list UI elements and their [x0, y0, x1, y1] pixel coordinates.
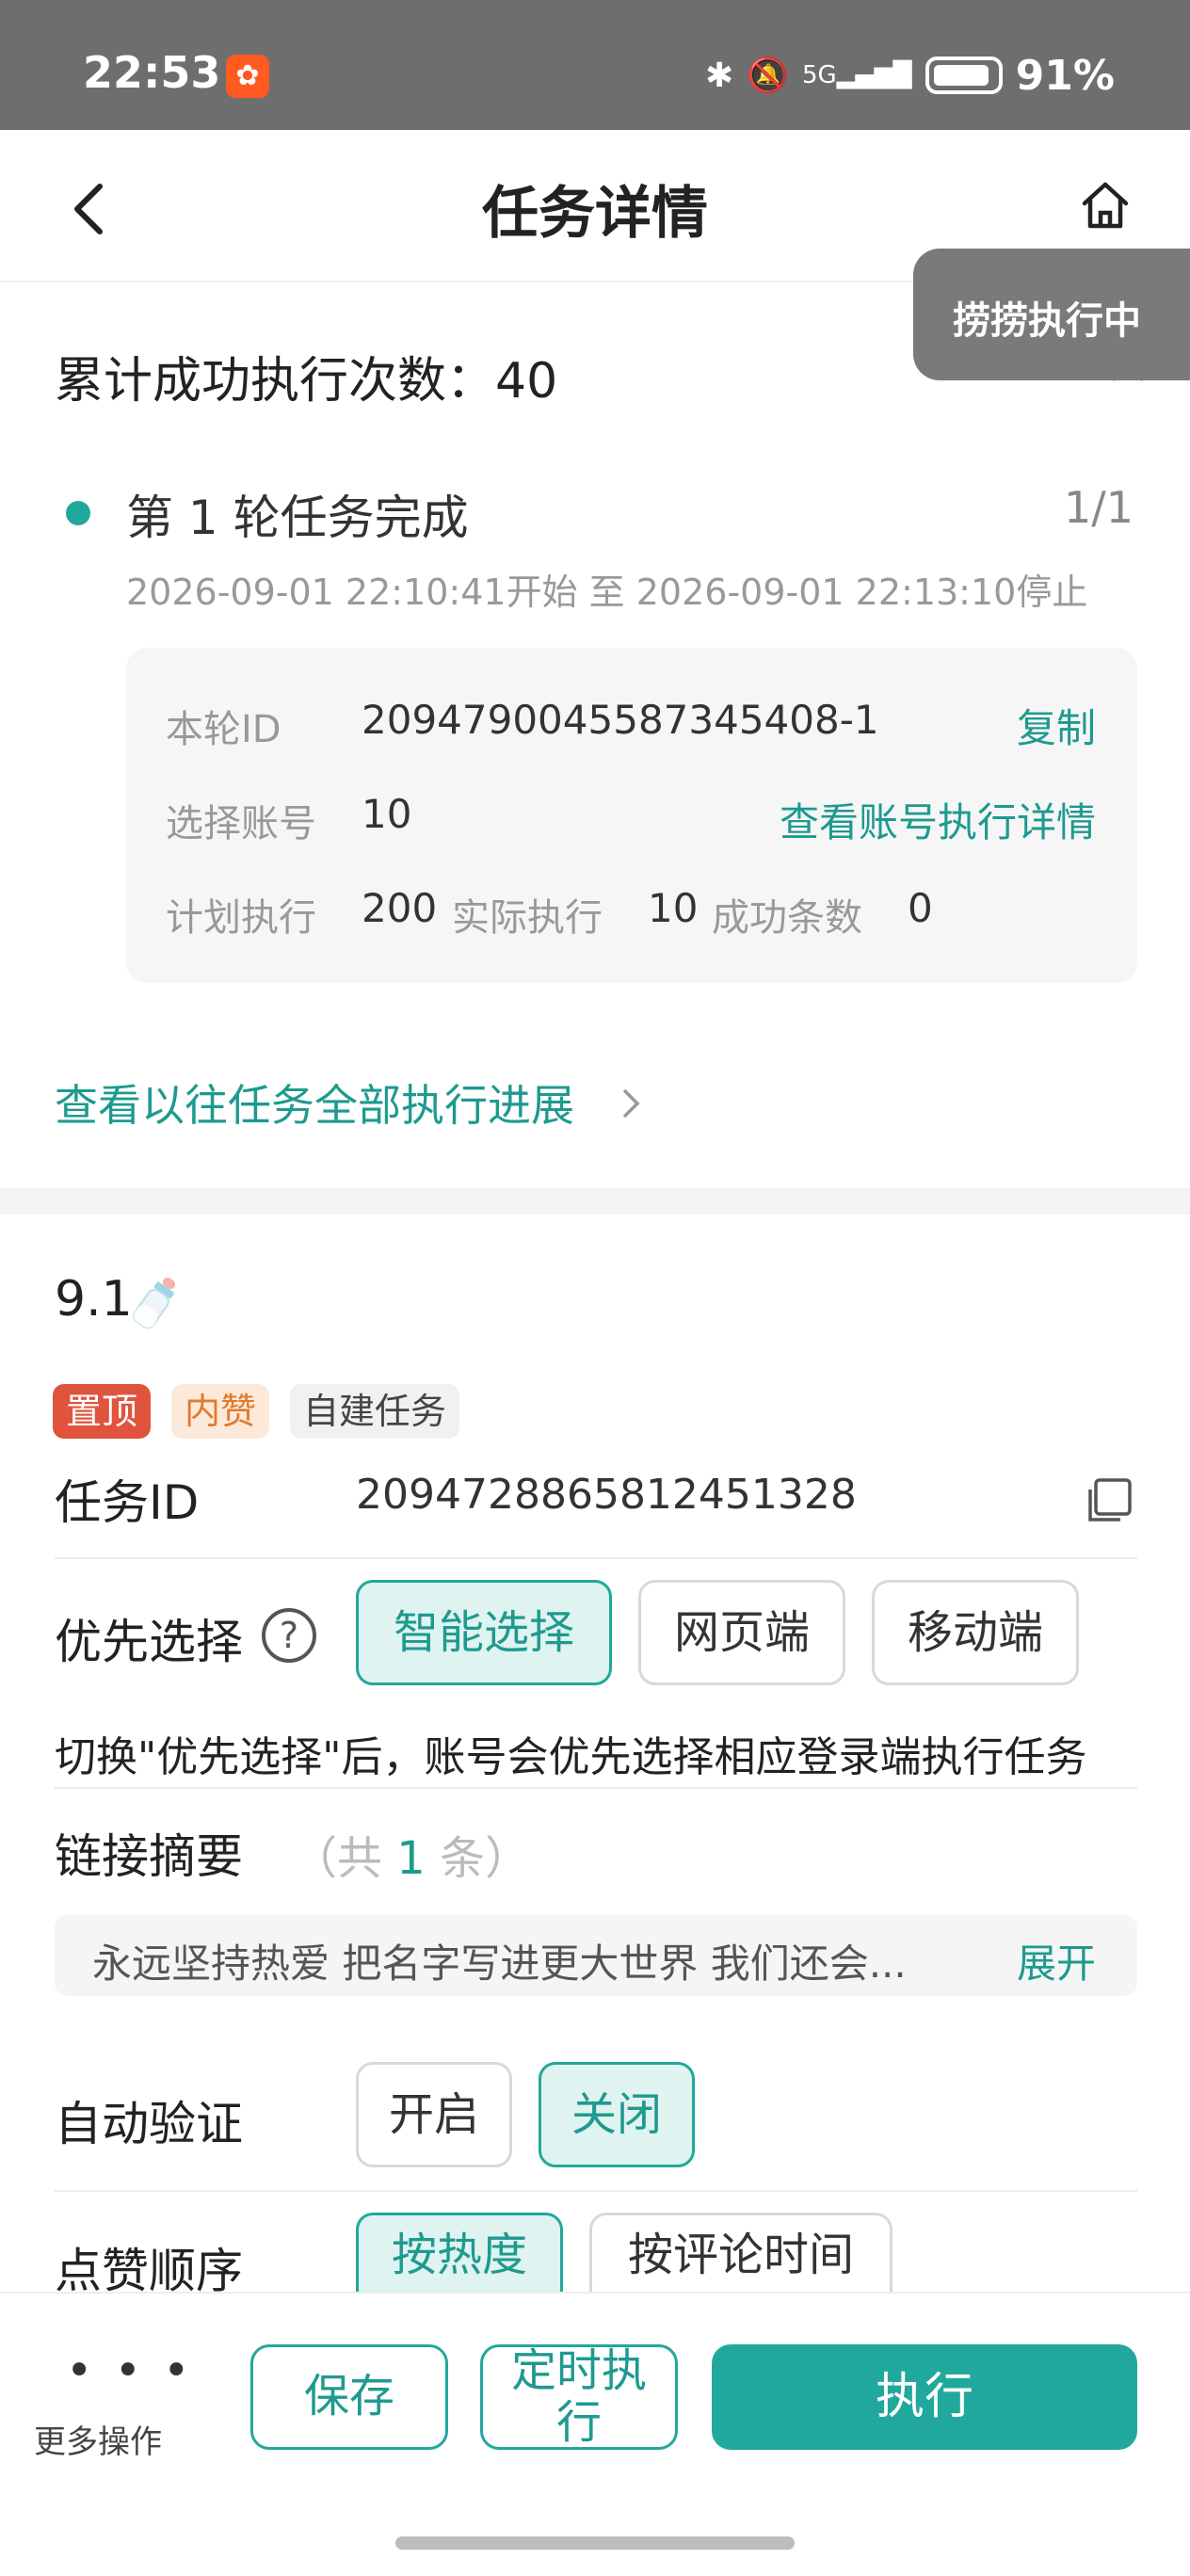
baby-bottle-icon [133, 1277, 176, 1329]
schedule-label-line1: 定时执 [510, 2343, 647, 2397]
schedule-button[interactable]: 定时执 行 [480, 2344, 678, 2450]
link-count-suffix: 条） [425, 1832, 531, 1885]
help-question-icon[interactable]: ? [262, 1608, 316, 1663]
divider [55, 2190, 1137, 2192]
total-success-label: 累计成功执行次数： [55, 353, 496, 410]
save-button[interactable]: 保存 [250, 2344, 448, 2450]
page-title: 任务详情 [482, 181, 708, 247]
copy-round-id-button[interactable]: 复制 [1017, 697, 1096, 754]
history-progress-link[interactable]: 查看以往任务全部执行进展 [55, 1071, 574, 1134]
round-id-value: 2094790045587345408-1 [362, 697, 879, 743]
battery-icon [925, 56, 1003, 94]
home-indicator[interactable] [395, 2536, 795, 2550]
task-id-label: 任务ID [55, 1475, 200, 1530]
view-account-details-link[interactable]: 查看账号执行详情 [780, 791, 1096, 848]
link-count-prefix: （共 [292, 1832, 397, 1885]
divider [55, 1787, 1137, 1789]
link-count: （共 1 条） [292, 1821, 530, 1887]
status-icons: ✱ 🔕 5G▂▄▆█ 91% [705, 49, 1115, 102]
actual-label: 实际执行 [452, 896, 603, 940]
auto-verify-label: 自动验证 [55, 2097, 243, 2151]
home-icon[interactable] [1077, 177, 1134, 233]
like-order-heat[interactable]: 按热度 [356, 2213, 563, 2292]
schedule-label-line2: 行 [555, 2396, 602, 2449]
round-title: 第 1 轮任务完成 [126, 491, 469, 545]
success-label: 成功条数 [712, 896, 862, 940]
total-success-count: 累计成功执行次数：40 [55, 341, 557, 411]
priority-label: 优先选择 [55, 1615, 243, 1669]
link-summary-box: 永远坚持热爱 把名字写进更大世界 我们还会... 展开 [55, 1915, 1137, 1996]
accounts-value: 10 [362, 791, 412, 837]
tag-self-built: 自建任务 [290, 1384, 460, 1439]
priority-option-mobile[interactable]: 移动端 [872, 1580, 1079, 1685]
priority-option-web[interactable]: 网页端 [638, 1580, 845, 1685]
priority-option-smart[interactable]: 智能选择 [356, 1580, 612, 1685]
link-summary-label: 链接摘要 [55, 1829, 243, 1884]
mute-bell-icon: 🔕 [747, 56, 789, 95]
section-divider [0, 1188, 1190, 1215]
planned-value: 200 [362, 885, 438, 931]
more-icon[interactable]: • • • [66, 2344, 193, 2397]
app-notification-icon: ✿ [226, 55, 269, 98]
running-status-toast[interactable]: 捞捞执行中 [913, 249, 1190, 380]
expand-link-summary-button[interactable]: 展开 [1017, 1932, 1096, 1989]
like-order-comment-time[interactable]: 按评论时间 [589, 2213, 892, 2292]
actual-value: 10 [648, 885, 699, 931]
success-value: 0 [908, 885, 933, 931]
copy-icon[interactable] [1083, 1474, 1135, 1527]
priority-hint: 切换"优先选择"后，账号会优先选择相应登录端执行任务 [55, 1733, 1087, 1781]
more-actions-label[interactable]: 更多操作 [34, 2416, 162, 2462]
status-time: 22:53 [83, 47, 221, 98]
battery-percent: 91% [1015, 51, 1115, 100]
link-summary-text: 永远坚持热爱 把名字写进更大世界 我们还会... [92, 1940, 907, 1987]
chevron-right-icon[interactable] [619, 1085, 642, 1122]
network-type: 5G [801, 61, 837, 89]
accounts-label: 选择账号 [166, 802, 316, 845]
execute-button[interactable]: 执行 [712, 2344, 1137, 2450]
signal-icon: 5G▂▄▆█ [801, 61, 912, 89]
tag-pinned: 置顶 [53, 1384, 152, 1439]
status-dot [66, 501, 90, 525]
round-info-box: 本轮ID 2094790045587345408-1 复制 选择账号 10 查看… [126, 648, 1137, 983]
link-count-number: 1 [396, 1832, 426, 1885]
auto-verify-off[interactable]: 关闭 [539, 2062, 695, 2167]
round-id-label: 本轮ID [166, 708, 281, 751]
auto-verify-on[interactable]: 开启 [356, 2062, 512, 2167]
planned-label: 计划执行 [166, 896, 316, 940]
round-progress: 1/1 [1063, 482, 1134, 533]
task-name: 9.1 [55, 1271, 133, 1328]
divider [55, 1557, 1137, 1559]
status-bar: 22:53 ✿ ✱ 🔕 5G▂▄▆█ 91% [0, 0, 1190, 130]
total-success-value: 40 [495, 353, 558, 410]
tag-inner-like: 内赞 [171, 1384, 270, 1439]
bluetooth-icon: ✱ [704, 56, 734, 95]
task-id-value: 2094728865812451328 [356, 1471, 857, 1519]
round-time-range: 2026-09-01 22:10:41开始 至 2026-09-01 22:13… [126, 572, 1088, 613]
